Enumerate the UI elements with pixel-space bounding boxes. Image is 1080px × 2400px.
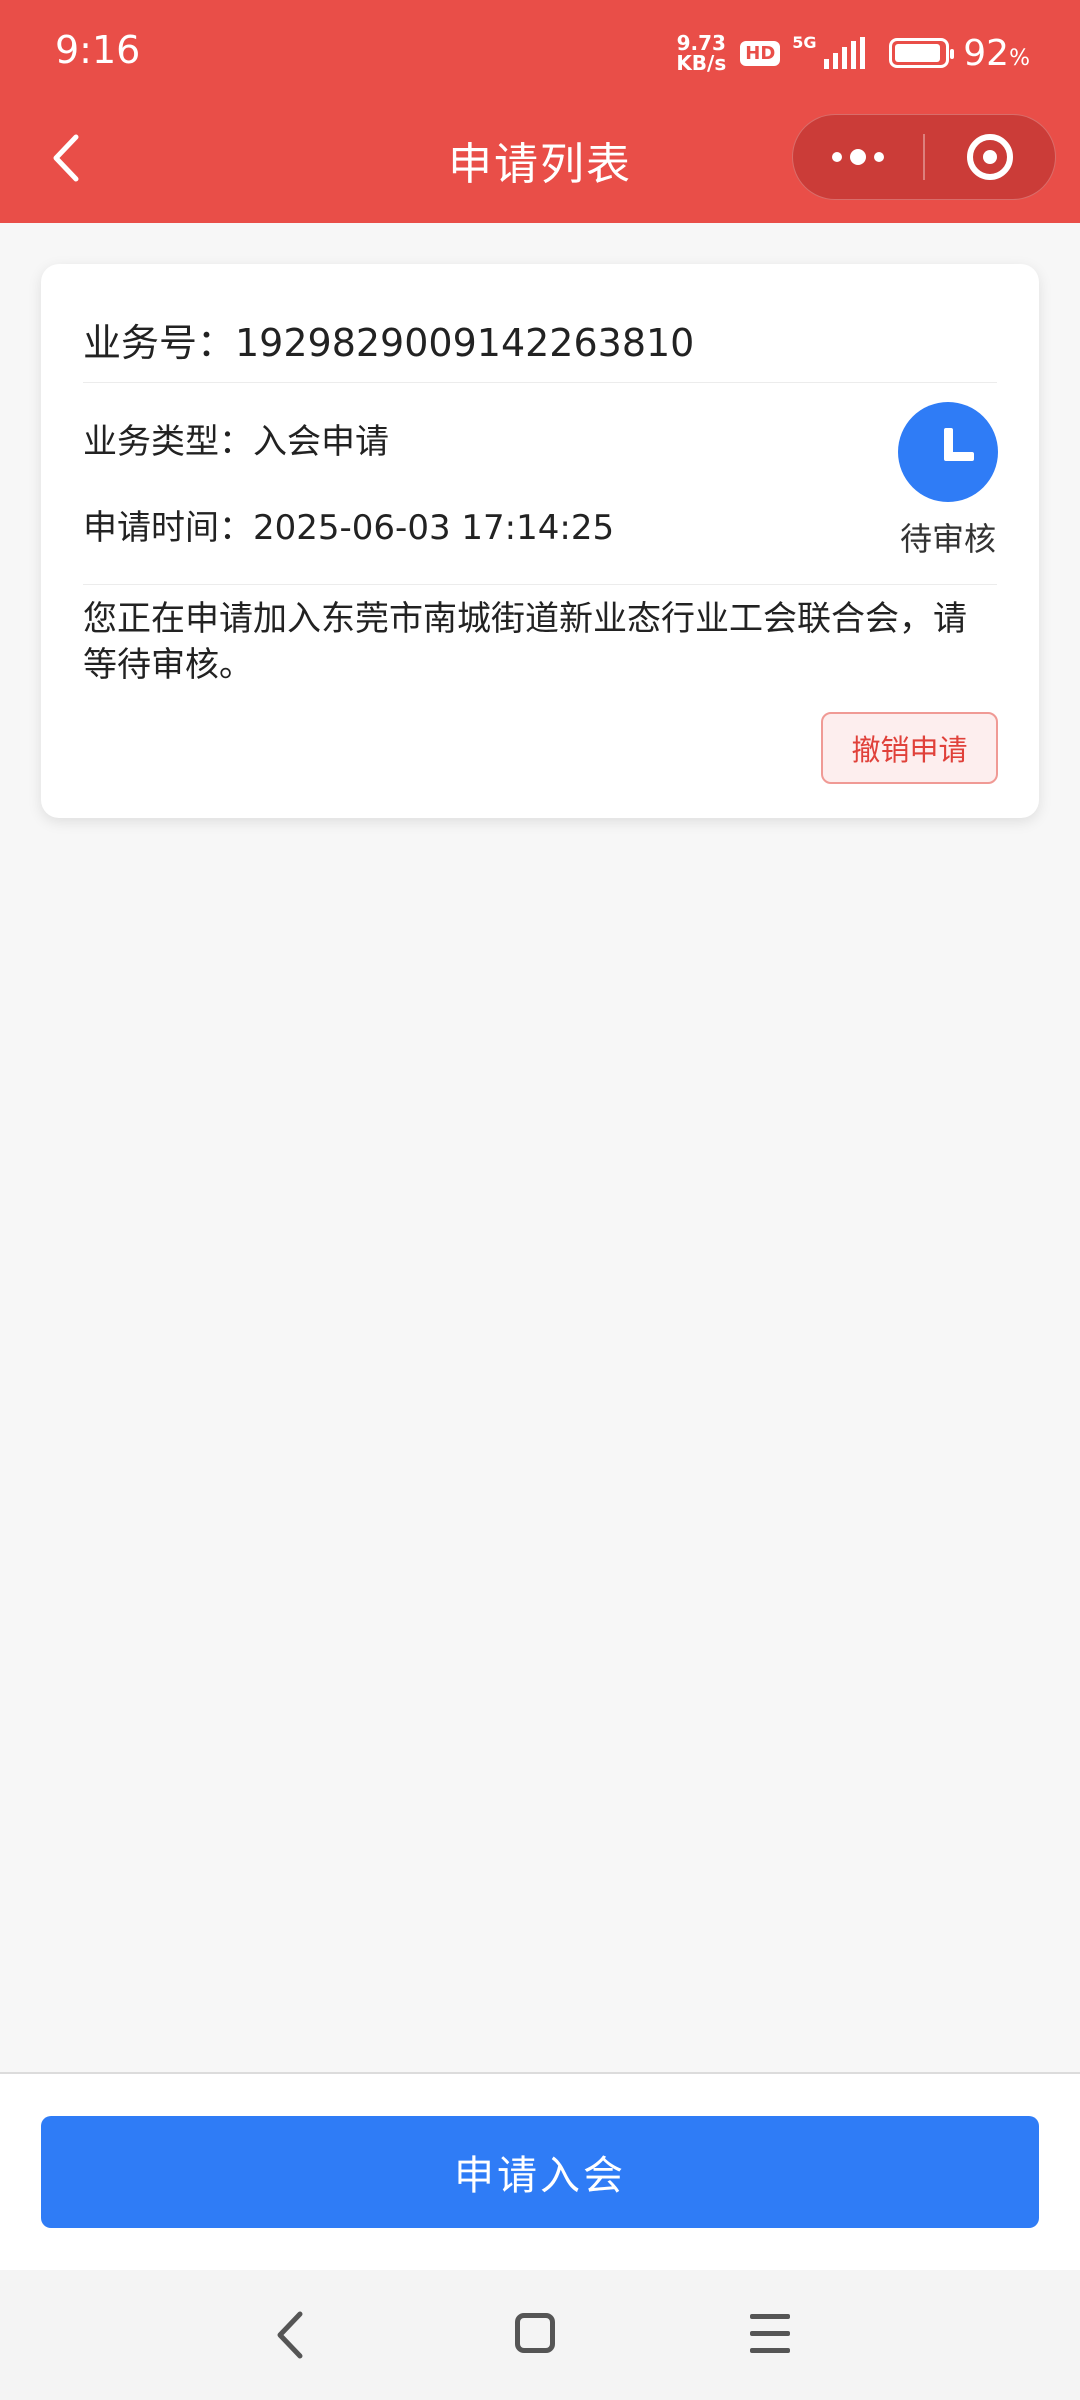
system-menu-button[interactable] [750,2314,790,2354]
system-back-icon [277,2311,303,2359]
system-nav-bar [0,2270,1080,2400]
apply-join-button[interactable]: 申请入会 [41,2116,1039,2228]
application-notice: 您正在申请加入东莞市南城街道新业态行业工会联合会，请等待审核。 [83,599,967,685]
mini-program-capsule [792,114,1056,200]
system-back-button[interactable] [270,2300,330,2370]
target-circle-icon [967,134,1013,180]
application-card: 业务号：1929829009142263810 业务类型：入会申请 申请时间：2… [41,264,1039,818]
business-type: 业务类型：入会申请 [83,422,389,462]
header-bar: 9:16 9.73 KB/s HD 5G 92% 申请列表 [0,0,1080,223]
more-dots-icon [832,152,842,162]
status-badge: 待审核 [899,520,996,558]
network-speed-unit: KB/s [676,51,727,75]
more-button[interactable] [793,115,923,199]
battery-percent: 92% [963,32,1030,74]
signal-icon: 5G [792,33,866,69]
cancel-application-button[interactable]: 撤销申请 [821,712,998,784]
status-icons: 9.73 KB/s HD 5G 92% [676,28,1030,78]
divider [83,584,997,585]
screen: 9:16 9.73 KB/s HD 5G 92% 申请列表 业务号：192982… [0,0,1080,2400]
system-home-button[interactable] [515,2313,555,2353]
business-number: 业务号：1929829009142263810 [83,321,695,365]
network-speed-value: 9.73 [676,31,726,55]
close-button[interactable] [925,115,1055,199]
network-type-label: 5G [792,33,817,52]
clock-icon [898,402,998,502]
status-time: 9:16 [55,28,141,72]
battery-icon [889,38,955,68]
application-time: 申请时间：2025-06-03 17:14:25 [83,508,615,548]
hd-icon: HD [740,40,781,66]
network-speed: 9.73 KB/s [676,33,726,73]
divider [83,382,997,383]
